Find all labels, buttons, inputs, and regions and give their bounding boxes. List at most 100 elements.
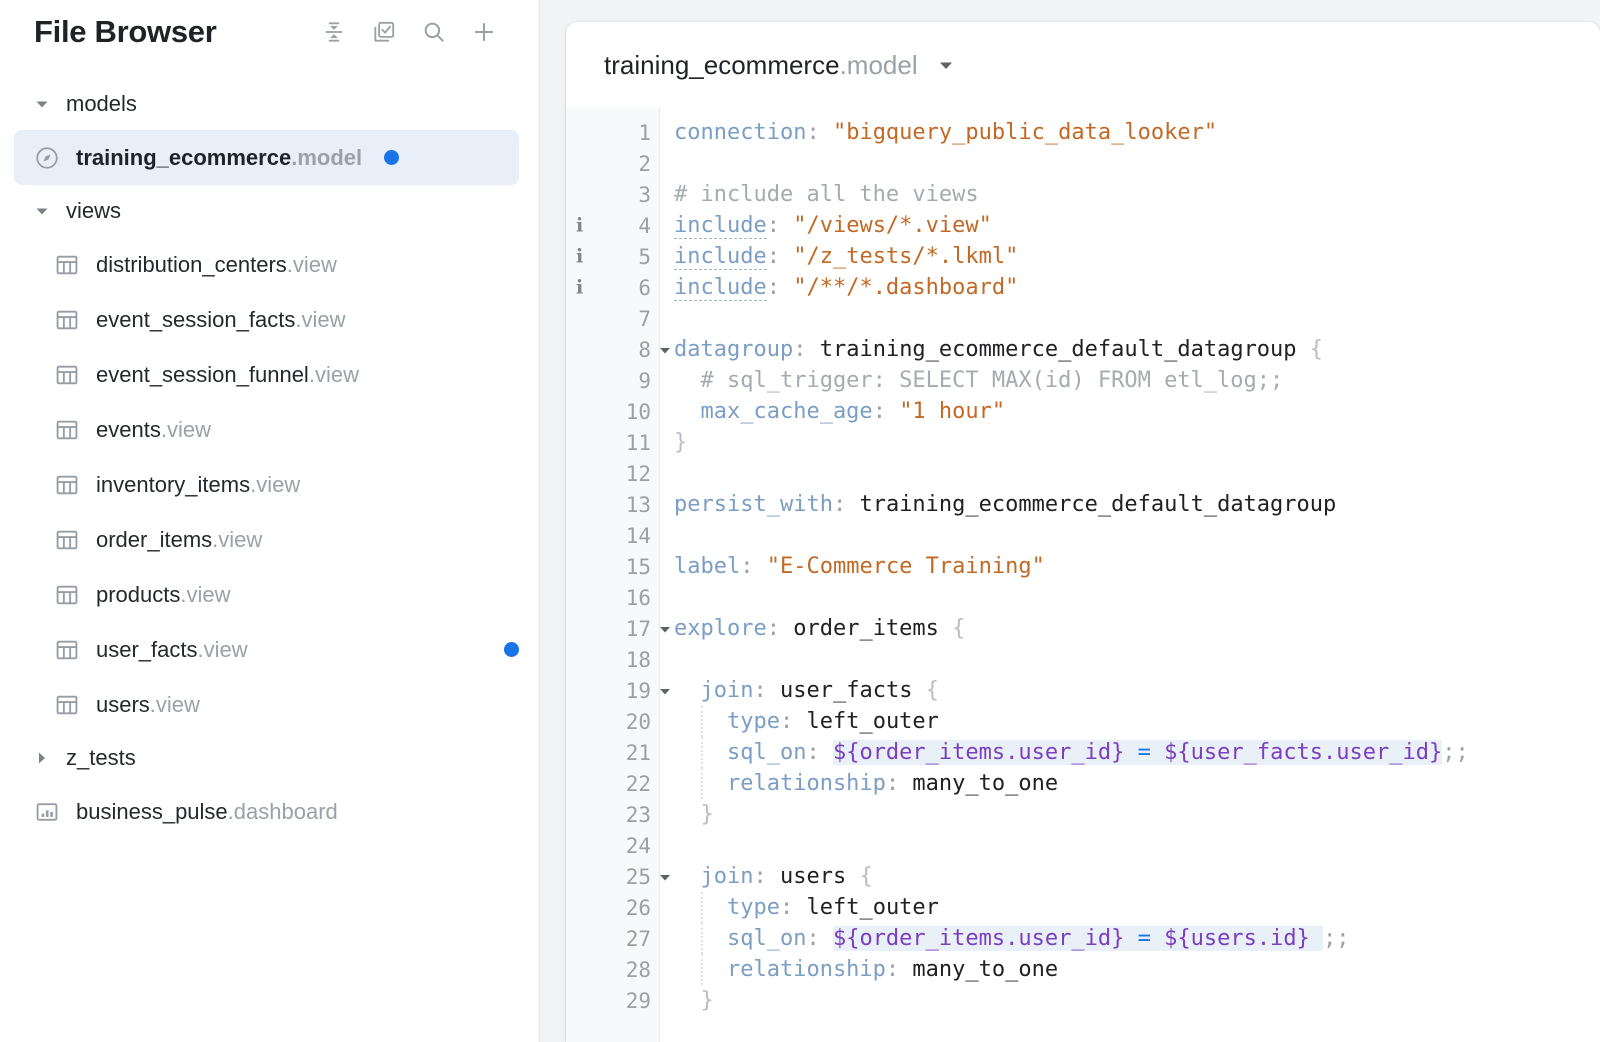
code-token-key: connection [674,120,806,145]
line-number: 9 [638,369,651,393]
gutter-line[interactable]: 27 [566,923,659,954]
tree-file-training_ecommerce.model[interactable]: training_ecommerce.model [14,130,519,185]
tree-file-event_session_facts.view[interactable]: event_session_facts.view [0,292,539,347]
code-line[interactable]: sql_on: ${order_items.user_id} = ${users… [674,923,1600,954]
code-line[interactable] [674,582,1600,613]
tree-file-inventory_items.view[interactable]: inventory_items.view [0,457,539,512]
tree-file-basename: products [96,582,180,607]
info-icon[interactable]: i [576,247,583,266]
gutter-line[interactable]: 23 [566,799,659,830]
gutter-line[interactable]: 16 [566,582,659,613]
code-line[interactable] [674,148,1600,179]
info-icon[interactable]: i [576,216,583,235]
tree-file-order_items.view[interactable]: order_items.view [0,512,539,567]
gutter-line[interactable]: 21 [566,737,659,768]
tree-file-business_pulse.dashboard[interactable]: business_pulse.dashboard [0,784,539,839]
code-line[interactable]: label: "E-Commerce Training" [674,551,1600,582]
code-line[interactable]: relationship: many_to_one [674,768,1600,799]
tree-folder-models[interactable]: models [0,78,539,130]
code-line[interactable] [674,830,1600,861]
code-line[interactable]: } [674,427,1600,458]
code-line[interactable]: } [674,799,1600,830]
tree-file-extension: .view [198,637,248,662]
gutter-line[interactable]: i6 [566,272,659,303]
gutter-line[interactable]: 12 [566,458,659,489]
gutter-line[interactable]: 29 [566,985,659,1016]
gutter-line[interactable]: 14 [566,520,659,551]
info-icon[interactable]: i [576,278,583,297]
chevron-down-icon[interactable] [34,96,56,112]
gutter-line[interactable]: 17 [566,613,659,644]
gutter-line[interactable]: 11 [566,427,659,458]
gutter-line[interactable]: 2 [566,148,659,179]
tree-file-distribution_centers.view[interactable]: distribution_centers.view [0,237,539,292]
code-line[interactable] [674,303,1600,334]
view-icon [54,472,80,498]
code-line[interactable]: datagroup: training_ecommerce_default_da… [674,334,1600,365]
gutter-line[interactable]: 20 [566,706,659,737]
gutter-line[interactable]: 26 [566,892,659,923]
chevron-down-icon[interactable] [34,203,56,219]
gutter-line[interactable]: 3 [566,179,659,210]
tree-file-user_facts.view[interactable]: user_facts.view [0,622,539,677]
code-line[interactable]: relationship: many_to_one [674,954,1600,985]
tab-training-ecommerce-model[interactable]: training_ecommerce.model [604,50,918,81]
gutter-line[interactable]: 9 [566,365,659,396]
tree-folder-views[interactable]: views [0,185,539,237]
tree-file-users.view[interactable]: users.view [0,677,539,732]
code-line[interactable]: # sql_trigger: SELECT MAX(id) FROM etl_l… [674,365,1600,396]
chevron-down-icon[interactable] [936,55,956,75]
code-line[interactable]: join: users { [674,861,1600,892]
code-line[interactable]: connection: "bigquery_public_data_looker… [674,117,1600,148]
tree-file-event_session_funnel.view[interactable]: event_session_funnel.view [0,347,539,402]
add-icon[interactable] [471,19,497,45]
tree-folder-z_tests[interactable]: z_tests [0,732,539,784]
select-files-icon[interactable] [371,19,397,45]
gutter-line[interactable]: 25 [566,861,659,892]
gutter-line[interactable]: i4 [566,210,659,241]
gutter-line[interactable]: 1 [566,117,659,148]
gutter-line[interactable]: 10 [566,396,659,427]
editor-code[interactable]: connection: "bigquery_public_data_looker… [660,108,1600,1042]
gutter-line[interactable]: 8 [566,334,659,365]
code-line[interactable]: type: left_outer [674,892,1600,923]
code-line[interactable] [674,458,1600,489]
gutter-line[interactable]: 15 [566,551,659,582]
editor-gutter[interactable]: 123i4i5i67891011121314151617181920212223… [566,108,660,1042]
gutter-line[interactable]: 13 [566,489,659,520]
code-line[interactable]: include: "/z_tests/*.lkml" [674,241,1600,272]
tree-file-events.view[interactable]: events.view [0,402,539,457]
gutter-line[interactable]: i5 [566,241,659,272]
chevron-right-icon[interactable] [34,750,56,766]
code-line[interactable]: sql_on: ${order_items.user_id} = ${user_… [674,737,1600,768]
code-line[interactable] [674,520,1600,551]
tree-file-products.view[interactable]: products.view [0,567,539,622]
code-token-punc: : [886,771,913,796]
code-line[interactable]: explore: order_items { [674,613,1600,644]
code-line[interactable] [674,644,1600,675]
code-line[interactable]: include: "/**/*.dashboard" [674,272,1600,303]
code-line[interactable]: max_cache_age: "1 hour" [674,396,1600,427]
code-line[interactable]: include: "/views/*.view" [674,210,1600,241]
code-editor[interactable]: 123i4i5i67891011121314151617181920212223… [566,108,1600,1042]
code-line[interactable]: } [674,985,1600,1016]
tree-file-basename: order_items [96,527,212,552]
code-token-punc: : [793,337,820,362]
code-line[interactable]: join: user_facts { [674,675,1600,706]
search-icon[interactable] [421,19,447,45]
code-line[interactable]: type: left_outer [674,706,1600,737]
gutter-line[interactable]: 22 [566,768,659,799]
code-token-str: "/views/*.view" [793,213,992,238]
gutter-line[interactable]: 28 [566,954,659,985]
tab-basename: training_ecommerce [604,50,840,80]
code-token-punc: : [767,275,794,300]
gutter-line[interactable]: 24 [566,830,659,861]
code-line[interactable]: # include all the views [674,179,1600,210]
gutter-line[interactable]: 18 [566,644,659,675]
collapse-all-icon[interactable] [321,19,347,45]
gutter-line[interactable]: 19 [566,675,659,706]
line-number: 22 [626,772,651,796]
code-line[interactable]: persist_with: training_ecommerce_default… [674,489,1600,520]
tree-file-label: training_ecommerce.model [76,145,362,171]
gutter-line[interactable]: 7 [566,303,659,334]
